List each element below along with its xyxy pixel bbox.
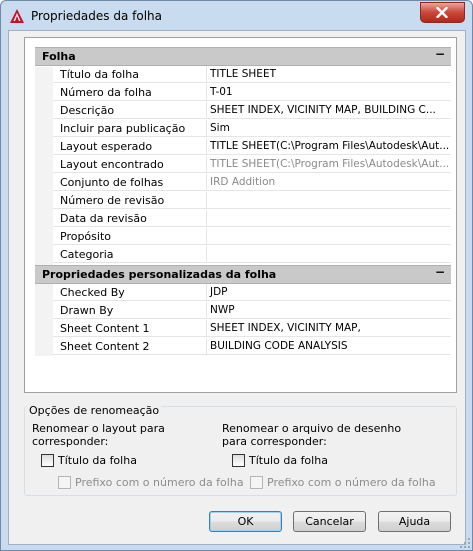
property-name: Categoria [53, 246, 207, 263]
rename-layout-heading-line1: Renomear o layout para [32, 422, 165, 435]
property-name: Drawn By [53, 302, 207, 319]
property-value[interactable]: Sim [207, 120, 451, 137]
property-name: Layout esperado [53, 138, 207, 155]
property-value[interactable]: BUILDING CODE ANALYSIS [207, 338, 451, 355]
grid-gutter [35, 283, 53, 356]
property-name: Sheet Content 2 [53, 338, 207, 355]
property-name: Número de revisão [53, 192, 207, 209]
property-row[interactable]: Sheet Content 2 BUILDING CODE ANALYSIS [53, 338, 451, 356]
property-name: Data da revisão [53, 210, 207, 227]
category-label: Propriedades personalizadas da folha [42, 268, 277, 281]
ok-button[interactable]: OK [209, 511, 282, 532]
properties-grid[interactable]: Folha − Título da folha TITLE SHEET Núme… [24, 37, 457, 393]
cancel-button[interactable]: Cancelar [293, 511, 366, 532]
property-value[interactable]: TITLE SHEET [207, 66, 451, 83]
property-row[interactable]: Sheet Content 1 SHEET INDEX, VICINITY MA… [53, 320, 451, 338]
property-row[interactable]: Número da folha T-01 [53, 84, 451, 102]
property-value: IRD Addition [207, 174, 451, 191]
close-icon [436, 7, 448, 18]
rename-options-title: Opções de renomeação [27, 404, 162, 417]
rename-drawing-title-checkbox[interactable] [232, 454, 245, 467]
property-name: Checked By [53, 284, 207, 301]
property-value[interactable]: SHEET INDEX, VICINITY MAP, [207, 320, 451, 337]
property-value[interactable] [207, 210, 451, 227]
property-name: Incluir para publicação [53, 120, 207, 137]
property-row: Conjunto de folhas IRD Addition [53, 174, 451, 192]
property-name: Descrição [53, 102, 207, 119]
property-name: Layout encontrado [53, 156, 207, 173]
property-value[interactable]: T-01 [207, 84, 451, 101]
property-row[interactable]: Categoria [53, 246, 451, 264]
property-row[interactable]: Propósito [53, 228, 451, 246]
rename-layout-title-checkbox[interactable] [41, 454, 54, 467]
property-name: Conjunto de folhas [53, 174, 207, 191]
property-row[interactable]: Incluir para publicação Sim [53, 120, 451, 138]
resize-grip-icon[interactable] [460, 538, 470, 548]
property-name: Título da folha [53, 66, 207, 83]
property-row[interactable]: Descrição SHEET INDEX, VICINITY MAP, BUI… [53, 102, 451, 120]
property-row[interactable]: Data da revisão [53, 210, 451, 228]
rename-drawing-prefix-checkbox [250, 476, 263, 489]
property-value[interactable] [207, 228, 451, 245]
property-value: TITLE SHEET(C:\Program Files\Autodesk\Au… [207, 156, 451, 173]
help-button[interactable]: Ajuda [378, 511, 451, 532]
autocad-app-icon [10, 9, 24, 23]
category-custom-properties[interactable]: Propriedades personalizadas da folha − [35, 265, 451, 284]
rename-layout-prefix-checkbox [58, 476, 71, 489]
rename-layout-title-label[interactable]: Título da folha [58, 454, 137, 467]
rename-drawing-prefix-label: Prefixo com o número da folha [267, 476, 436, 489]
category-folha[interactable]: Folha − [35, 47, 451, 66]
property-row[interactable]: Número de revisão [53, 192, 451, 210]
collapse-icon[interactable]: − [435, 265, 445, 279]
property-value[interactable] [207, 246, 451, 263]
property-name: Sheet Content 1 [53, 320, 207, 337]
window-title: Propriedades da folha [31, 9, 162, 23]
property-value[interactable]: TITLE SHEET(C:\Program Files\Autodesk\Au… [207, 138, 451, 155]
property-value[interactable]: JDP [207, 284, 451, 301]
property-value[interactable]: SHEET INDEX, VICINITY MAP, BUILDING C... [207, 102, 451, 119]
rename-drawing-heading-line1: Renomear o arquivo de desenho [222, 422, 402, 435]
category-label: Folha [42, 50, 76, 63]
property-row[interactable]: Drawn By NWP [53, 302, 451, 320]
rename-layout-heading-line2: corresponder: [32, 435, 109, 448]
property-name: Propósito [53, 228, 207, 245]
property-row[interactable]: Checked By JDP [53, 284, 451, 302]
property-name: Número da folha [53, 84, 207, 101]
property-value[interactable]: NWP [207, 302, 451, 319]
property-row[interactable]: Layout esperado TITLE SHEET(C:\Program F… [53, 138, 451, 156]
property-row: Layout encontrado TITLE SHEET(C:\Program… [53, 156, 451, 174]
rename-drawing-heading-line2: para corresponder: [222, 435, 327, 448]
title-bar[interactable]: Propriedades da folha [1, 1, 472, 31]
grid-gutter [35, 67, 53, 273]
collapse-icon[interactable]: − [435, 47, 445, 61]
close-button[interactable] [420, 2, 465, 23]
rename-drawing-title-label[interactable]: Título da folha [249, 454, 328, 467]
property-value[interactable] [207, 192, 451, 209]
property-row[interactable]: Título da folha TITLE SHEET [53, 66, 451, 84]
rename-layout-prefix-label: Prefixo com o número da folha [75, 476, 244, 489]
